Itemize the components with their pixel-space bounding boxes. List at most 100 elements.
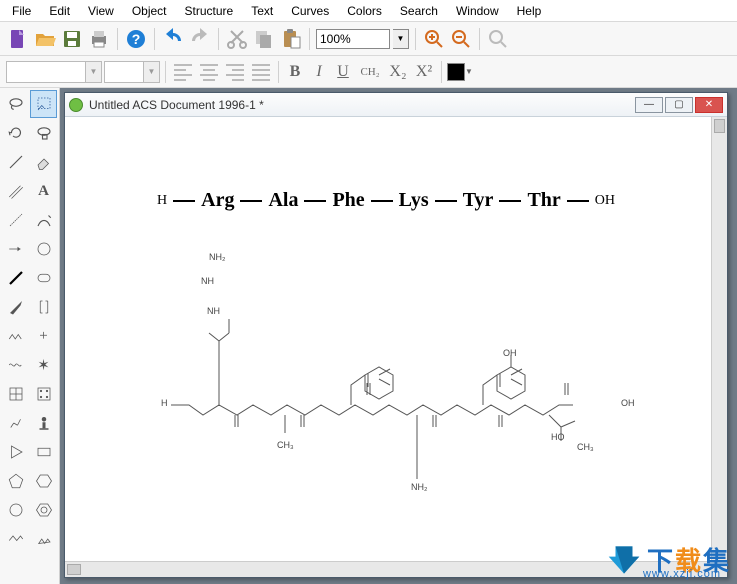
menu-structure[interactable]: Structure — [177, 2, 242, 20]
wedge-solid-icon[interactable] — [2, 293, 29, 321]
align-center-icon[interactable] — [197, 60, 221, 84]
marquee-tool-icon[interactable] — [30, 90, 57, 118]
paste-icon[interactable] — [279, 27, 303, 51]
template-tool-icon[interactable]: ✶ — [30, 351, 57, 379]
close-button[interactable]: ✕ — [695, 97, 723, 113]
menu-search[interactable]: Search — [392, 2, 446, 20]
horizontal-scrollbar[interactable] — [65, 561, 727, 577]
chain-closed-icon[interactable] — [30, 525, 57, 553]
zoom-input[interactable] — [316, 29, 390, 49]
menu-window[interactable]: Window — [448, 2, 507, 20]
undo-icon[interactable] — [161, 27, 185, 51]
separator — [154, 28, 155, 50]
zoom-fit-icon[interactable] — [486, 27, 510, 51]
arrow-tool-icon[interactable] — [2, 235, 29, 263]
play-tool-icon[interactable] — [2, 438, 29, 466]
text-tool-icon[interactable]: A — [30, 177, 57, 205]
wedge-bond-icon[interactable] — [2, 206, 29, 234]
copy-icon[interactable] — [252, 27, 276, 51]
save-icon[interactable] — [60, 27, 84, 51]
font-family-combo[interactable]: ▼ — [6, 61, 102, 83]
multi-bond-icon[interactable] — [2, 177, 29, 205]
maximize-button[interactable]: ▢ — [665, 97, 693, 113]
minimize-button[interactable]: — — [635, 97, 663, 113]
svg-text:?: ? — [132, 31, 141, 47]
separator — [441, 61, 442, 83]
zoom-out-icon[interactable] — [449, 27, 473, 51]
atom-label-icon[interactable] — [30, 409, 57, 437]
peptide-bond-icon — [304, 200, 326, 202]
residue: Thr — [527, 189, 560, 212]
rounded-rect-icon[interactable] — [30, 264, 57, 292]
chain-open-icon[interactable] — [2, 525, 29, 553]
menu-text[interactable]: Text — [243, 2, 281, 20]
menu-view[interactable]: View — [80, 2, 122, 20]
menu-curves[interactable]: Curves — [283, 2, 337, 20]
bold-button[interactable]: B — [284, 60, 306, 84]
help-icon[interactable]: ? — [124, 27, 148, 51]
separator — [278, 61, 279, 83]
plus-tool-icon[interactable]: + — [30, 322, 57, 350]
bond-tool-icon[interactable] — [2, 148, 29, 176]
peptide-bond-icon — [567, 200, 589, 202]
drawing-canvas[interactable]: H Arg Ala Phe Lys Tyr Thr — [65, 117, 711, 561]
peptide-bond-icon — [371, 200, 393, 202]
subscript-button[interactable]: X₂ — [386, 60, 410, 84]
menu-colors[interactable]: Colors — [339, 2, 390, 20]
align-justify-icon[interactable] — [249, 60, 273, 84]
document-window: Untitled ACS Document 1996-1 * — ▢ ✕ H A… — [64, 92, 728, 578]
lasso-tool-icon[interactable] — [2, 90, 29, 118]
chem-label: NH — [207, 307, 220, 316]
chain-tool-icon[interactable] — [2, 322, 29, 350]
fragment-tool-icon[interactable] — [2, 409, 29, 437]
wavy-bond-icon[interactable] — [2, 351, 29, 379]
menubar: File Edit View Object Structure Text Cur… — [0, 0, 737, 22]
pentagon-tool-icon[interactable] — [2, 467, 29, 495]
pen-tool-icon[interactable] — [30, 206, 57, 234]
circle-tool-icon[interactable] — [30, 235, 57, 263]
chem-label: NH — [201, 277, 214, 286]
font-size-combo[interactable]: ▼ — [104, 61, 160, 83]
hexagon-tool-icon[interactable] — [30, 467, 57, 495]
formula-button[interactable]: CH₂ — [356, 60, 384, 84]
solid-bond-icon[interactable] — [2, 264, 29, 292]
color-swatch[interactable] — [447, 63, 465, 81]
eraser-tool-icon[interactable] — [30, 148, 57, 176]
zoom-in-icon[interactable] — [422, 27, 446, 51]
italic-button[interactable]: I — [308, 60, 330, 84]
residue: Ala — [268, 189, 298, 212]
new-document-icon[interactable] — [6, 27, 30, 51]
menu-help[interactable]: Help — [509, 2, 550, 20]
chem-label: NH₂ — [411, 483, 428, 492]
table-tool-icon[interactable] — [2, 380, 29, 408]
vertical-scrollbar[interactable] — [711, 117, 727, 561]
residue: Tyr — [463, 189, 494, 212]
chem-label: HO — [551, 433, 565, 442]
superscript-button[interactable]: X² — [412, 60, 436, 84]
rect-tool-icon[interactable] — [30, 438, 57, 466]
cut-icon[interactable] — [225, 27, 249, 51]
zoom-dropdown-icon[interactable]: ▼ — [393, 29, 409, 49]
menu-file[interactable]: File — [4, 2, 39, 20]
document-icon — [69, 98, 83, 112]
open-icon[interactable] — [33, 27, 57, 51]
menu-edit[interactable]: Edit — [41, 2, 78, 20]
chem-label: OH — [621, 399, 635, 408]
underline-button[interactable]: U — [332, 60, 354, 84]
structure-lasso-icon[interactable] — [30, 119, 57, 147]
bracket-tool-icon[interactable] — [30, 293, 57, 321]
align-right-icon[interactable] — [223, 60, 247, 84]
align-left-icon[interactable] — [171, 60, 195, 84]
tool-palette: A + ✶ — [0, 88, 60, 584]
document-titlebar[interactable]: Untitled ACS Document 1996-1 * — ▢ ✕ — [65, 93, 727, 117]
print-icon[interactable] — [87, 27, 111, 51]
n-terminus: H — [157, 193, 167, 209]
grid-select-icon[interactable] — [30, 380, 57, 408]
rotate-tool-icon[interactable] — [2, 119, 29, 147]
menu-object[interactable]: Object — [124, 2, 175, 20]
redo-icon[interactable] — [188, 27, 212, 51]
separator — [309, 28, 310, 50]
circle2-tool-icon[interactable] — [2, 496, 29, 524]
benzene-tool-icon[interactable] — [30, 496, 57, 524]
chevron-down-icon[interactable]: ▼ — [465, 67, 473, 76]
